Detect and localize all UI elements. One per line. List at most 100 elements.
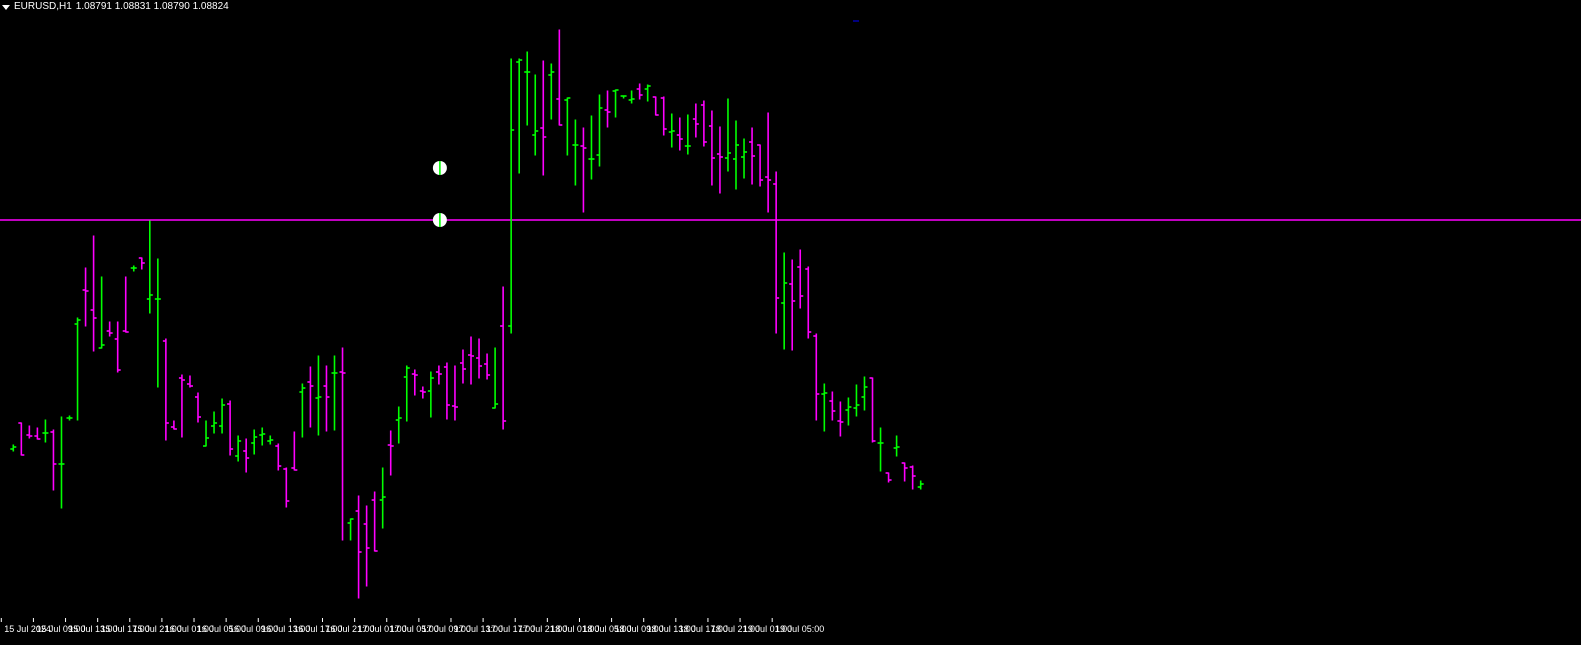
ohlc-bar xyxy=(741,138,748,179)
ohlc-bar xyxy=(90,235,97,352)
ohlc-bar xyxy=(484,353,491,380)
ohlc-bar xyxy=(162,338,169,441)
chart-marker-icon xyxy=(432,213,447,227)
ohlc-bar xyxy=(323,365,330,432)
ohlc-bar xyxy=(98,276,105,349)
ohlc-bar xyxy=(692,103,699,138)
ohlc-bar xyxy=(869,377,876,443)
ohlc-bar xyxy=(733,120,739,190)
ohlc-bar xyxy=(572,119,579,186)
ohlc-bar xyxy=(564,97,571,156)
ohlc-bar xyxy=(516,58,523,174)
ohlc-bar xyxy=(724,98,731,172)
ohlc-bar xyxy=(500,286,507,430)
ohlc-bar xyxy=(371,491,378,552)
ohlc-bar xyxy=(644,84,651,102)
ohlc-bar xyxy=(315,355,322,436)
ohlc-bar xyxy=(379,467,386,529)
ohlc-bar xyxy=(395,406,402,444)
ohlc-bar xyxy=(781,252,788,350)
ohlc-bar xyxy=(42,419,49,443)
ohlc-bar xyxy=(10,444,17,452)
ohlc-bar xyxy=(540,60,547,176)
ohlc-bar xyxy=(235,435,242,462)
ohlc-bar xyxy=(138,257,145,270)
ohlc-bar xyxy=(50,429,57,491)
chart-header: EURUSD,H1 1.08791 1.08831 1.08790 1.0882… xyxy=(2,1,229,12)
ohlc-bar xyxy=(813,333,820,421)
ohlc-bar xyxy=(291,431,298,471)
ohlc-bar xyxy=(821,383,828,432)
ohlc-bar xyxy=(355,495,362,599)
ohlc-bar xyxy=(556,29,563,126)
ohlc-bar xyxy=(853,384,860,417)
ohlc-bar xyxy=(74,317,81,421)
ohlc-bar xyxy=(347,518,354,541)
ohlc-bar xyxy=(82,267,89,327)
ohlc-bar xyxy=(18,422,25,456)
ohlc-bar xyxy=(307,366,314,428)
ohlc-bar xyxy=(122,276,129,333)
ohlc-bar xyxy=(749,127,756,185)
ohlc-bar xyxy=(170,420,177,430)
ohlc-bar xyxy=(620,95,627,99)
symbol-timeframe: EURUSD,H1 xyxy=(14,1,72,12)
ohlc-bar xyxy=(917,480,924,490)
ohlc-bar xyxy=(676,117,683,151)
ohlc-bar xyxy=(893,435,900,457)
ohlc-bar xyxy=(186,375,193,388)
chart-canvas[interactable]: 15 Jul 202415 Jul 09:0015 Jul 13:0015 Ju… xyxy=(0,0,1581,641)
ohlc-bar xyxy=(789,259,796,351)
ohlc-bar xyxy=(26,425,33,439)
ohlc-bar xyxy=(588,115,595,180)
ohlc-bar xyxy=(114,321,121,373)
ohlc-bar xyxy=(628,90,635,104)
ohlc-bar xyxy=(146,220,153,314)
ohlc-bar xyxy=(106,321,113,337)
ohlc-bar xyxy=(861,376,868,411)
ohlc-bar xyxy=(387,430,394,476)
ohlc-bar xyxy=(203,420,210,447)
ohlc-bar xyxy=(459,349,466,384)
ohlc-bar xyxy=(194,392,201,423)
ohlc-readout: 1.08791 1.08831 1.08790 1.08824 xyxy=(75,1,229,12)
ohlc-bar xyxy=(130,265,137,272)
chart-marker-icon xyxy=(432,161,447,175)
ohlc-bar xyxy=(419,386,426,399)
ohlc-bar xyxy=(468,336,475,385)
ohlc-bar xyxy=(259,427,266,446)
ohlc-bar xyxy=(243,438,250,473)
ohlc-bar xyxy=(660,96,667,136)
ohlc-bar xyxy=(275,443,282,471)
ohlc-bar xyxy=(532,74,539,156)
ohlc-bar xyxy=(548,63,555,120)
ohlc-bar xyxy=(58,416,65,509)
ohlc-bar xyxy=(508,58,515,334)
ohlc-bar xyxy=(299,383,306,438)
ohlc-bar xyxy=(403,365,410,422)
ohlc-bar xyxy=(580,127,587,213)
ohlc-bar xyxy=(652,96,659,116)
ohlc-bar xyxy=(524,51,531,126)
ohlc-bar xyxy=(909,465,916,490)
ohlc-bar xyxy=(267,435,274,445)
price-chart[interactable]: 15 Jul 2024 15 Jul 09:00 15 Jul 13:00 15 Ju… xyxy=(0,0,1581,641)
ohlc-bar xyxy=(773,171,780,334)
ohlc-bar xyxy=(636,83,643,100)
ohlc-bar xyxy=(451,365,458,421)
ohlc-bar xyxy=(885,472,892,483)
ohlc-bar xyxy=(66,415,73,421)
ohlc-bar xyxy=(178,374,185,438)
ohlc-bar xyxy=(251,429,258,455)
ohlc-bar xyxy=(797,249,804,309)
ohlc-bar xyxy=(757,144,764,187)
ohlc-bar xyxy=(283,467,290,508)
ohlc-bar xyxy=(435,365,442,385)
ohlc-bar xyxy=(877,427,884,472)
ohlc-bar xyxy=(219,398,226,434)
dropdown-triangle-icon[interactable] xyxy=(2,4,10,10)
ohlc-bar xyxy=(845,397,852,426)
ohlc-bar xyxy=(700,100,707,147)
ohlc-bar xyxy=(829,391,836,421)
ohlc-bar xyxy=(716,126,723,194)
